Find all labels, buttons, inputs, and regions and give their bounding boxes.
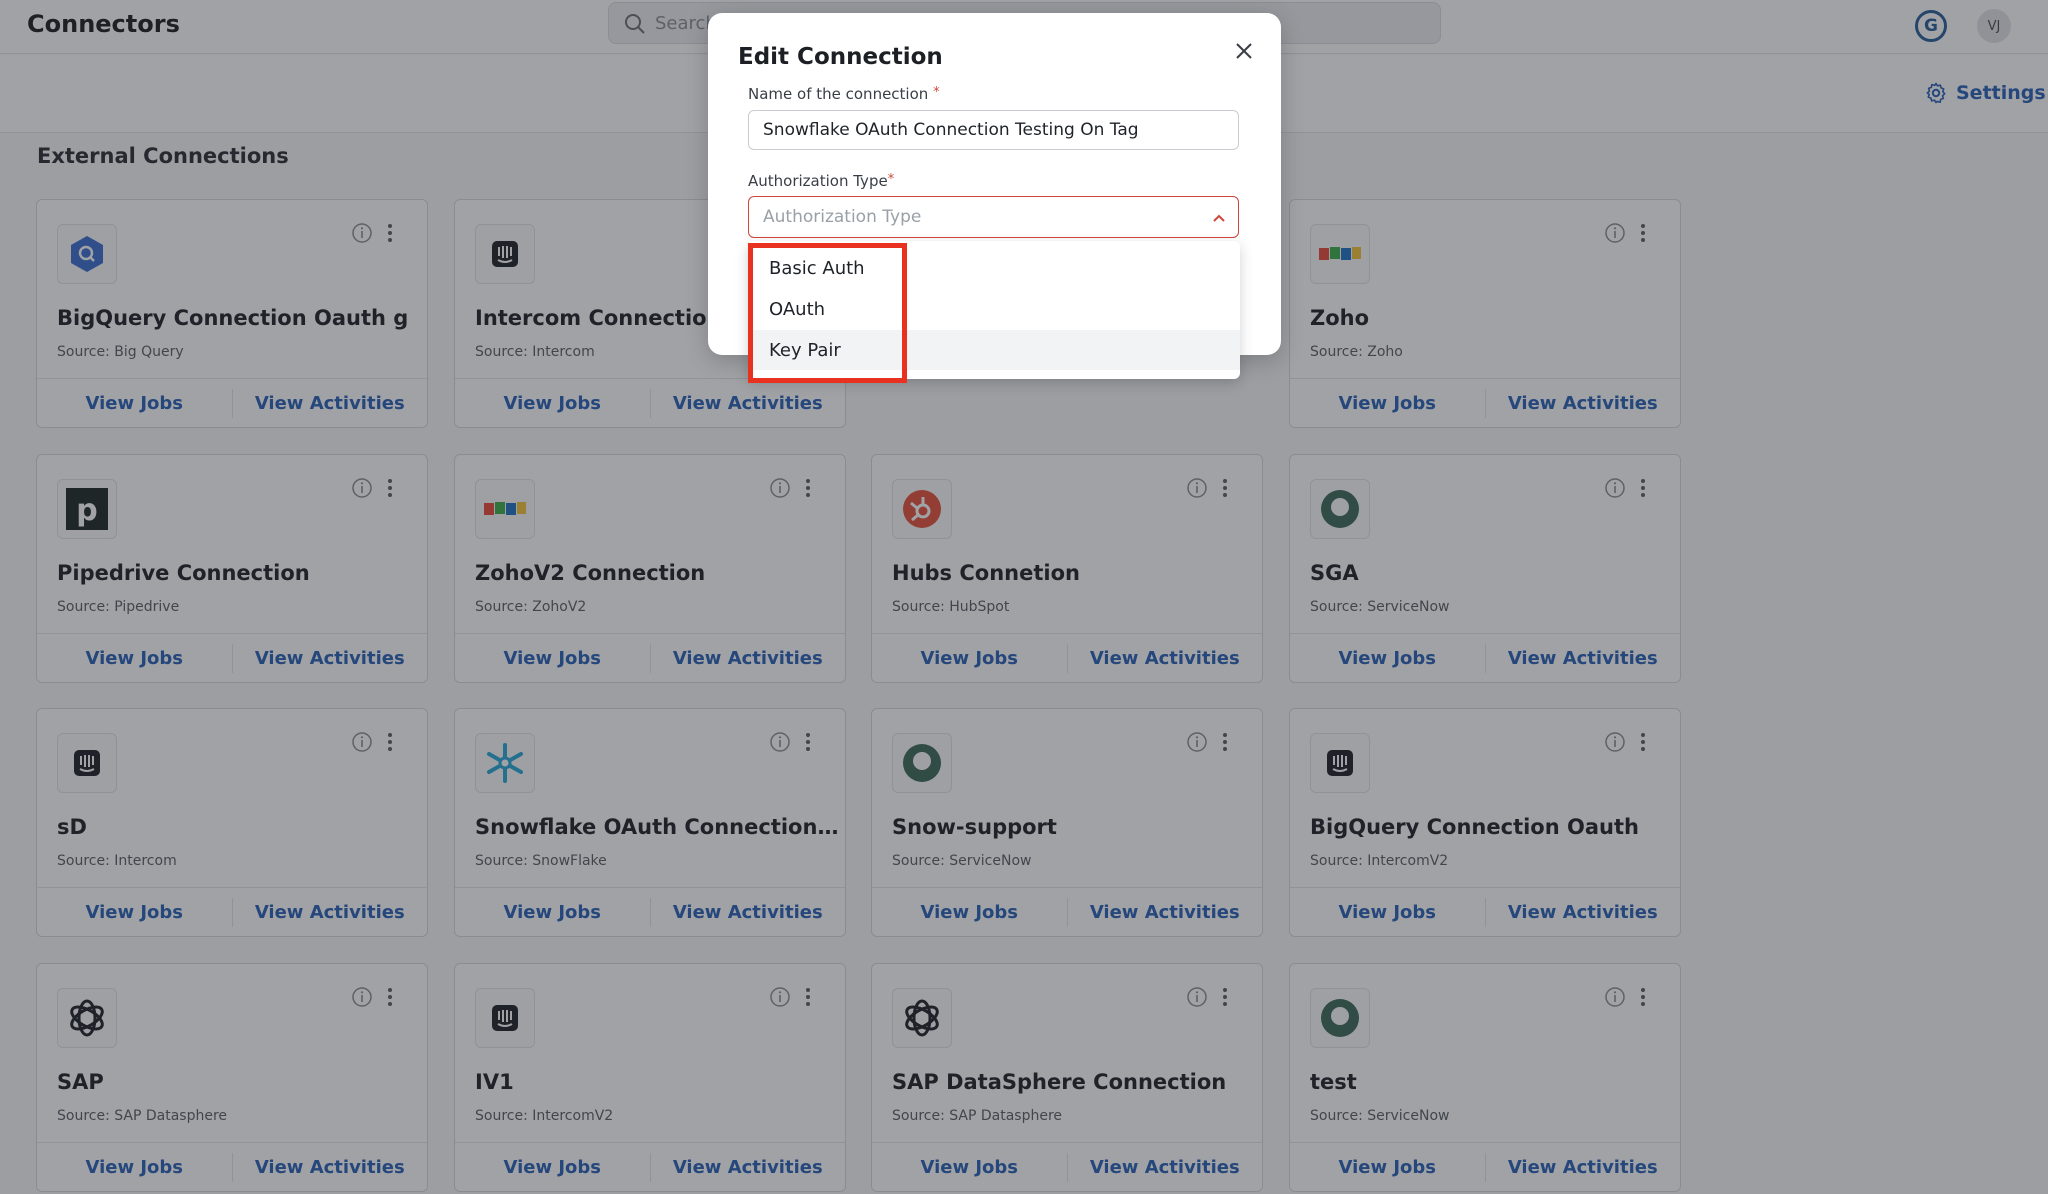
close-icon[interactable] [1232, 39, 1256, 63]
annotation-highlight-box [748, 243, 907, 383]
authorization-type-select[interactable]: Authorization Type [748, 196, 1239, 238]
required-mark: * [887, 172, 895, 187]
chevron-up-icon [1213, 214, 1225, 222]
auth-label-text: Authorization Type [748, 172, 888, 190]
required-mark: * [933, 85, 940, 100]
auth-field-label: Authorization Type* [748, 172, 894, 190]
auth-select-placeholder: Authorization Type [763, 207, 922, 227]
name-label-text: Name of the connection [748, 85, 929, 103]
name-field-label: Name of the connection * [748, 85, 940, 103]
connection-name-field[interactable] [748, 110, 1239, 150]
modal-title: Edit Connection [738, 44, 943, 70]
